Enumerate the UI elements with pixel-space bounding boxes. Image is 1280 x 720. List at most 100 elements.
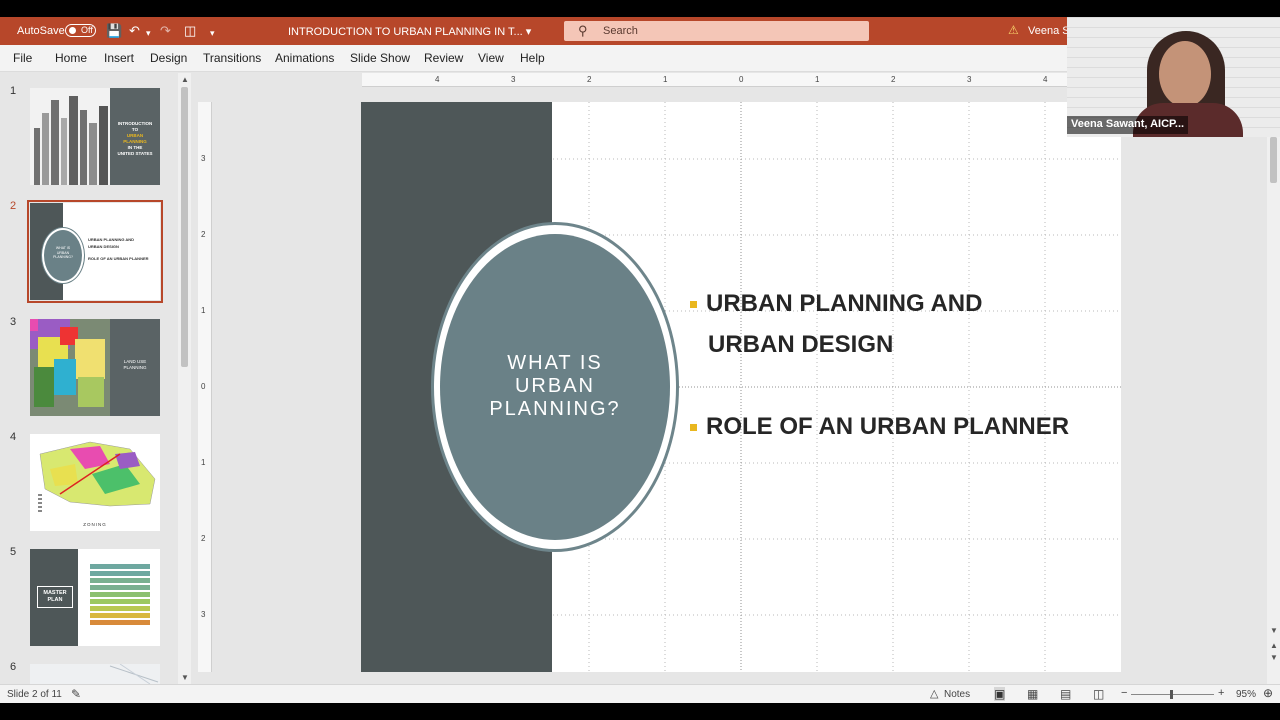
search-icon: ⚲ xyxy=(578,23,588,38)
tab-transitions[interactable]: Transitions xyxy=(203,51,261,65)
slide-ellipse-text: WHAT IS URBAN PLANNING? xyxy=(456,352,654,421)
ruler-label: 1 xyxy=(663,75,668,84)
ellipse-line: URBAN xyxy=(514,375,595,397)
customize-toolbar-icon[interactable]: ▾ xyxy=(210,26,215,41)
scrollbar-thumb[interactable] xyxy=(1270,137,1277,183)
ruler-label: 1 xyxy=(201,306,206,315)
redo-icon[interactable]: ↷ xyxy=(160,23,171,38)
tab-slide-show[interactable]: Slide Show xyxy=(350,51,410,65)
thumb2-bullets: URBAN PLANNING AND URBAN DESIGN ROLE OF … xyxy=(88,236,149,262)
tab-animations[interactable]: Animations xyxy=(275,51,334,65)
ruler-label: 3 xyxy=(201,610,206,619)
presenter-face xyxy=(1159,41,1211,107)
ruler-label: 2 xyxy=(587,75,592,84)
tab-insert[interactable]: Insert xyxy=(104,51,134,65)
notes-icon[interactable]: △ xyxy=(930,687,938,700)
zoom-out-icon[interactable]: − xyxy=(1121,687,1127,699)
bullet-1-line-2[interactable]: URBAN DESIGN xyxy=(708,331,893,359)
undo-dropdown-icon[interactable]: ▾ xyxy=(146,26,151,41)
notes-button[interactable]: Notes xyxy=(944,689,970,700)
bullet-icon xyxy=(690,424,697,431)
thumbnail-number: 6 xyxy=(10,661,17,673)
thumbnail-scrollbar[interactable]: ▲ ▼ xyxy=(178,73,191,684)
ellipse-line: PLANNING? xyxy=(489,398,621,420)
document-title[interactable]: INTRODUCTION TO URBAN PLANNING IN T... ▾ xyxy=(288,25,531,38)
scroll-up-icon[interactable]: ▲ xyxy=(181,75,189,84)
next-slide-icon[interactable]: ▼ xyxy=(1270,653,1278,662)
thumbnail-slide-2[interactable]: WHAT IS URBAN PLANNING? URBAN PLANNING A… xyxy=(27,200,163,303)
ellipse-line: WHAT IS xyxy=(507,352,603,374)
tab-file[interactable]: File xyxy=(13,51,32,65)
thumb2-bullet: URBAN DESIGN xyxy=(88,244,119,249)
bullet-1-line-1[interactable]: URBAN PLANNING AND xyxy=(706,290,982,318)
thumb5-line: MASTER xyxy=(43,590,67,596)
ruler-label: 3 xyxy=(511,75,516,84)
document-title-text: INTRODUCTION TO URBAN PLANNING IN T... xyxy=(288,26,523,38)
autosave-state: Off xyxy=(81,25,93,35)
slide-thumbnail-pane: 1 INTRODUCTION TO URBAN PLANNING IN THE … xyxy=(0,73,192,684)
tab-home[interactable]: Home xyxy=(55,51,87,65)
thumb5-plan-list xyxy=(90,564,150,625)
slide-count: Slide 2 of 11 xyxy=(7,689,62,700)
zoom-slider[interactable] xyxy=(1131,690,1214,699)
tab-review[interactable]: Review xyxy=(424,51,463,65)
bullet-2[interactable]: ROLE OF AN URBAN PLANNER xyxy=(706,413,1069,441)
reading-view-icon[interactable]: ▤ xyxy=(1060,687,1071,701)
title-dropdown-icon: ▾ xyxy=(525,26,532,38)
zoom-in-icon[interactable]: + xyxy=(1218,687,1224,699)
thumb3-line: PLANNING xyxy=(123,365,147,370)
presenter-video: Veena Sawant, AICP... xyxy=(1067,17,1280,137)
thumbnail-slide-3[interactable]: LAND USE PLANNING xyxy=(30,319,160,416)
tab-design[interactable]: Design xyxy=(150,51,187,65)
editor-scrollbar[interactable]: ▼ ▲ ▼ xyxy=(1267,73,1280,684)
ruler-label: 3 xyxy=(201,154,206,163)
thumbnail-number: 3 xyxy=(10,316,17,328)
slide-sorter-icon[interactable]: ▦ xyxy=(1027,687,1038,701)
vertical-ruler: 3 2 1 0 1 2 3 xyxy=(198,102,212,672)
undo-icon[interactable]: ↶ xyxy=(129,23,140,38)
scroll-down-icon[interactable]: ▼ xyxy=(1270,626,1278,635)
thumbnail-number: 2 xyxy=(10,200,17,212)
thumbnail-slide-6[interactable] xyxy=(30,664,160,684)
scrollbar-thumb[interactable] xyxy=(181,87,188,367)
slide-editing-area: 4 3 2 1 0 1 2 3 4 3 2 1 0 1 2 3 WHAT IS … xyxy=(192,73,1280,684)
ruler-label: 0 xyxy=(201,382,206,391)
autosave-toggle[interactable]: Off xyxy=(65,24,96,37)
previous-slide-icon[interactable]: ▲ xyxy=(1270,641,1278,650)
thumb2-circle-text: WHAT IS URBAN PLANNING? xyxy=(44,246,82,260)
warning-icon[interactable]: ⚠ xyxy=(1008,23,1019,37)
tab-help[interactable]: Help xyxy=(520,51,545,65)
slide-canvas[interactable]: WHAT IS URBAN PLANNING? URBAN PLANNING A… xyxy=(361,102,1121,672)
zoom-slider-knob[interactable] xyxy=(1170,690,1173,699)
thumb2-line: PLANNING? xyxy=(53,255,73,259)
thumbnail-slide-5[interactable]: MASTER PLAN xyxy=(30,549,160,646)
ruler-label: 0 xyxy=(739,75,744,84)
thumbnail-slide-4[interactable]: ZONING xyxy=(30,434,160,531)
thumb4-caption: ZONING xyxy=(83,522,107,527)
slide-show-icon[interactable]: ◫ xyxy=(1093,687,1104,701)
thumb2-bullet: ROLE OF AN URBAN PLANNER xyxy=(88,256,149,261)
ruler-label: 3 xyxy=(967,75,972,84)
bullet-icon xyxy=(690,301,697,308)
ruler-label: 1 xyxy=(815,75,820,84)
thumbnail-slide-1[interactable]: INTRODUCTION TO URBAN PLANNING IN THE UN… xyxy=(30,88,160,185)
scroll-down-icon[interactable]: ▼ xyxy=(181,673,189,682)
present-icon[interactable]: ◫ xyxy=(184,23,196,38)
search-placeholder: Search xyxy=(603,25,638,37)
zoom-level[interactable]: 95% xyxy=(1236,689,1256,700)
thumb5-line: PLAN xyxy=(47,597,63,603)
autosave-label: AutoSave xyxy=(17,25,65,37)
status-bar: Slide 2 of 11 ✎ △ Notes ▣ ▦ ▤ ◫ − + 95% … xyxy=(0,684,1280,703)
fit-to-window-icon[interactable]: ⊕ xyxy=(1263,686,1273,700)
search-box[interactable]: ⚲ Search xyxy=(564,21,869,41)
accessibility-icon[interactable]: ✎ xyxy=(71,687,81,701)
tab-view[interactable]: View xyxy=(478,51,504,65)
land-use-map-image xyxy=(30,319,110,416)
thumbnail-number: 5 xyxy=(10,546,17,558)
letterbox-top xyxy=(0,0,1280,17)
ruler-label: 2 xyxy=(201,534,206,543)
powerpoint-window: AutoSave Off 💾 ↶ ▾ ↷ ◫ ▾ INTRODUCTION TO… xyxy=(0,0,1280,720)
thumb6-image xyxy=(109,664,159,684)
normal-view-icon[interactable]: ▣ xyxy=(994,687,1006,701)
save-icon[interactable]: 💾 xyxy=(106,23,122,38)
